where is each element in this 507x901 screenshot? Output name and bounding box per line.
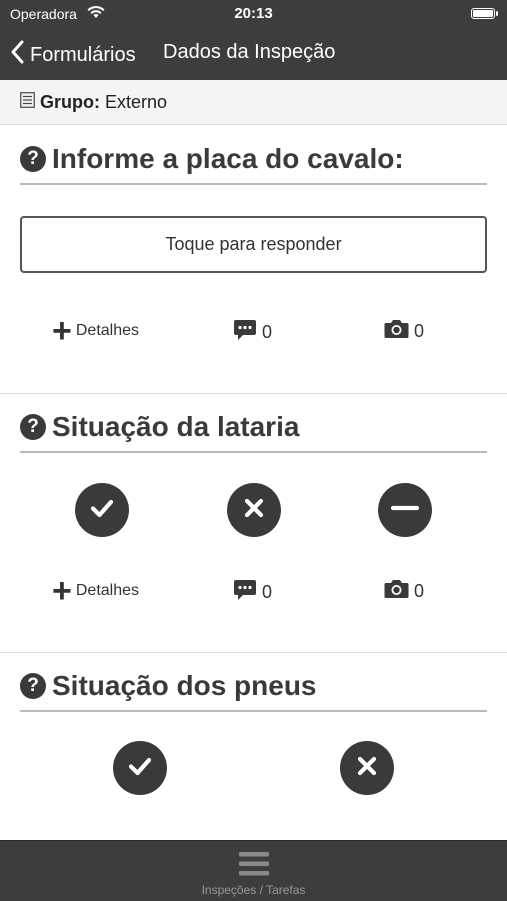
section-divider xyxy=(0,393,507,394)
question-title-row: ? Situação dos pneus xyxy=(20,666,487,712)
comments-button[interactable]: 0 xyxy=(233,579,272,606)
comment-icon xyxy=(233,579,257,606)
question-title: Informe a placa do cavalo: xyxy=(52,143,404,174)
question-title-row: ? Informe a placa do cavalo: xyxy=(20,139,487,185)
question-title-row: ? Situação da lataria xyxy=(20,407,487,453)
tab-label: Inspeções / Tarefas xyxy=(201,883,306,897)
battery-icon xyxy=(471,8,498,19)
check-icon xyxy=(126,752,154,785)
help-icon[interactable]: ? xyxy=(20,414,46,440)
option-ok-button[interactable] xyxy=(75,483,129,537)
details-label: Detalhes xyxy=(75,582,140,599)
group-label: Grupo: xyxy=(40,91,100,112)
navigation-bar: Formulários Dados da Inspeção xyxy=(0,28,507,80)
close-icon xyxy=(241,495,267,526)
option-not-ok-button[interactable] xyxy=(227,483,281,537)
question-title: Situação da lataria xyxy=(52,411,300,442)
back-label: Formulários xyxy=(30,43,136,66)
photos-button[interactable]: 0 xyxy=(384,319,424,344)
help-icon[interactable]: ? xyxy=(20,673,46,699)
status-bar: Operadora 20:13 xyxy=(0,0,507,28)
back-button[interactable]: Formulários xyxy=(10,40,136,70)
tab-bar: Inspeções / Tarefas xyxy=(0,840,507,901)
clock: 20:13 xyxy=(234,5,273,22)
minus-icon xyxy=(390,495,420,526)
group-header: Grupo: Externo xyxy=(0,80,507,125)
tab-inspections-tasks[interactable]: Inspeções / Tarefas xyxy=(0,841,507,901)
details-label: Detalhes xyxy=(75,322,140,339)
answer-button[interactable]: Toque para responder xyxy=(20,216,487,273)
group-value: Externo xyxy=(105,91,168,112)
plus-icon: + xyxy=(52,312,72,350)
check-icon xyxy=(88,494,116,527)
option-ok-button[interactable] xyxy=(113,741,167,795)
question-actions: + Detalhes 0 0 xyxy=(0,572,507,610)
comments-button[interactable]: 0 xyxy=(233,319,272,346)
help-icon[interactable]: ? xyxy=(20,146,46,172)
camera-icon xyxy=(384,319,409,344)
comments-count: 0 xyxy=(262,322,273,342)
add-details-button[interactable]: + Detalhes xyxy=(52,312,140,350)
list-icon xyxy=(20,91,35,113)
page-title: Dados da Inspeção xyxy=(163,41,336,63)
plus-icon: + xyxy=(52,572,72,610)
comments-count: 0 xyxy=(262,582,273,602)
camera-icon xyxy=(384,579,409,604)
option-not-ok-button[interactable] xyxy=(340,741,394,795)
menu-icon xyxy=(238,851,270,882)
comment-icon xyxy=(233,319,257,346)
chevron-left-icon xyxy=(10,40,24,70)
option-not-applicable-button[interactable] xyxy=(378,483,432,537)
photos-button[interactable]: 0 xyxy=(384,579,424,604)
section-divider xyxy=(0,652,507,653)
photos-count: 0 xyxy=(414,581,425,601)
add-details-button[interactable]: + Detalhes xyxy=(52,572,140,610)
question-actions: + Detalhes 0 0 xyxy=(0,312,507,350)
photos-count: 0 xyxy=(414,321,425,341)
close-icon xyxy=(354,753,380,784)
question-title: Situação dos pneus xyxy=(52,670,317,701)
